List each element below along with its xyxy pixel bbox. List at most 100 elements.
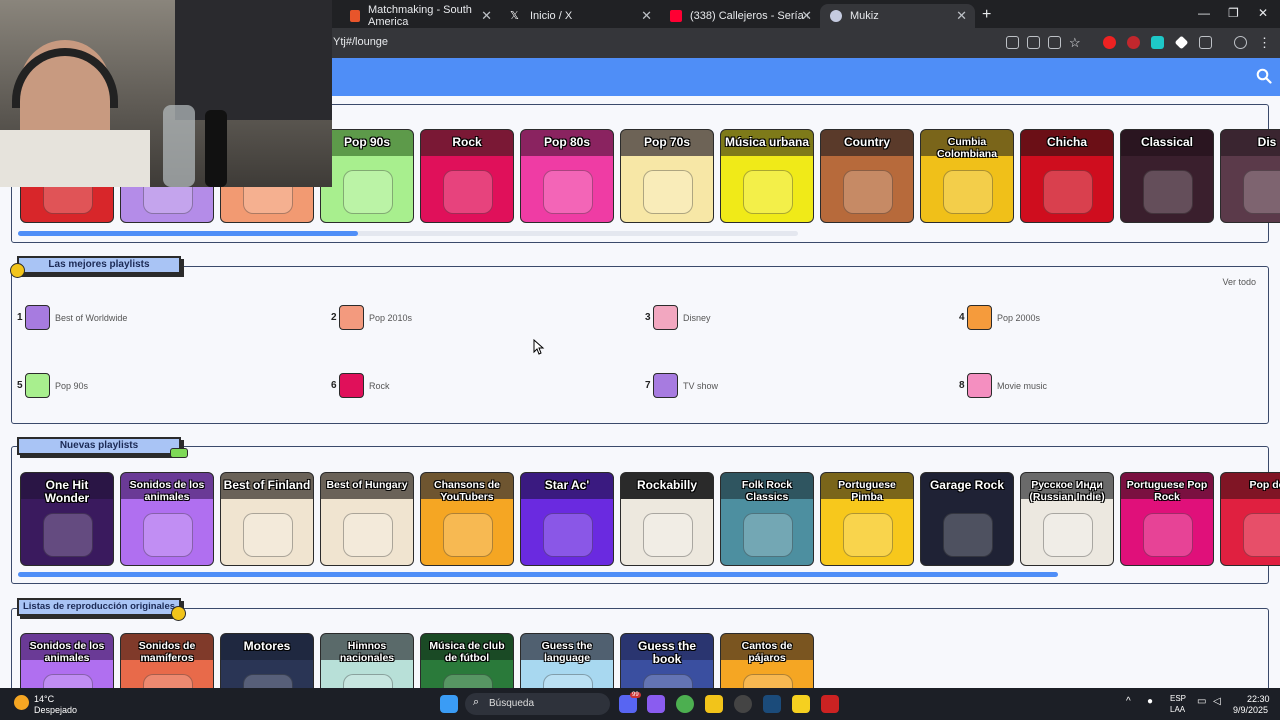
file-explorer-icon[interactable]	[705, 695, 723, 713]
genre-card[interactable]: Pop 90s	[320, 129, 414, 223]
playlist-thumbnail-icon	[339, 305, 364, 330]
ranking-number: 1	[17, 312, 23, 323]
new-playlist-card[interactable]: Pop de	[1220, 472, 1280, 566]
new-playlist-card[interactable]: Star Ac'	[520, 472, 614, 566]
chrome-icon[interactable]	[676, 695, 694, 713]
minimize-icon[interactable]: —	[1198, 6, 1210, 20]
new-playlist-card[interactable]: Portuguese Pop Rock	[1120, 472, 1214, 566]
extensions-puzzle-icon[interactable]	[1199, 36, 1212, 49]
close-icon[interactable]: ✕	[956, 8, 967, 24]
close-icon[interactable]: ✕	[481, 8, 492, 24]
new-playlist-card[interactable]: Rockabilly	[620, 472, 714, 566]
close-icon[interactable]: ✕	[801, 8, 812, 24]
shield-icon[interactable]	[821, 695, 839, 713]
install-icon[interactable]	[1006, 36, 1019, 49]
clock-date[interactable]: 9/9/2025	[1233, 705, 1268, 715]
card-title: Garage Rock	[929, 478, 1005, 492]
start-windows-icon[interactable]	[440, 695, 458, 713]
copilot-icon[interactable]	[647, 695, 665, 713]
menu-kebab-icon[interactable]: ⋮	[1258, 36, 1271, 49]
genre-card[interactable]: Classical	[1120, 129, 1214, 223]
ranking-playlist-name: Disney	[683, 312, 711, 323]
ranking-item[interactable]: 5 Pop 90s	[17, 373, 88, 398]
bookmark-star-icon[interactable]: ☆	[1069, 36, 1082, 49]
extension-teal-icon[interactable]	[1151, 36, 1164, 49]
taskbar-search[interactable]: ⌕ Búsqueda	[465, 693, 610, 715]
tab-favicon-icon	[830, 10, 842, 22]
new-playlist-card[interactable]: Chansons de YouTubers	[420, 472, 514, 566]
ranking-item[interactable]: 4 Pop 2000s	[959, 305, 1040, 330]
extension-lastpass-icon[interactable]	[1127, 36, 1140, 49]
new-playlist-card[interactable]: Best of Hungary	[320, 472, 414, 566]
card-artwork-icon	[343, 170, 393, 214]
restore-icon[interactable]: ❐	[1228, 6, 1239, 20]
new-playlist-card[interactable]: One Hit Wonder	[20, 472, 114, 566]
ranking-item[interactable]: 3 Disney	[645, 305, 711, 330]
chevron-up-icon[interactable]: ^	[1126, 696, 1131, 707]
original-playlist-card[interactable]: Sonidos de mamíferos	[120, 633, 214, 688]
volume-icon[interactable]: ◁	[1213, 696, 1221, 707]
tab-favicon-icon	[350, 10, 360, 22]
close-icon[interactable]: ✕	[641, 8, 652, 24]
card-artwork-icon	[743, 513, 793, 557]
lang-bottom[interactable]: LAA	[1170, 705, 1185, 714]
card-artwork-icon	[243, 513, 293, 557]
genre-card[interactable]: Pop 80s	[520, 129, 614, 223]
original-playlist-card[interactable]: Himnos nacionales	[320, 633, 414, 688]
genre-card[interactable]: Rock	[420, 129, 514, 223]
card-icon[interactable]	[1048, 36, 1061, 49]
genre-card[interactable]: Chicha	[1020, 129, 1114, 223]
new-playlist-card[interactable]: Sonidos de los animales	[120, 472, 214, 566]
extension-diamond-icon[interactable]	[1174, 35, 1189, 50]
original-playlist-card[interactable]: Guess the language	[520, 633, 614, 688]
card-title: Cantos de pájaros	[741, 640, 793, 664]
browser-tab[interactable]: (338) Callejeros - Sería una Pen ✕	[660, 4, 820, 28]
url-text[interactable]: Ytj#/lounge	[333, 36, 388, 48]
ranking-item[interactable]: 6 Rock	[331, 373, 390, 398]
mic-icon[interactable]: ●	[1147, 696, 1153, 707]
new-scrollbar-thumb[interactable]	[18, 572, 1058, 577]
original-playlist-card[interactable]: Guess the book	[620, 633, 714, 688]
translate-icon[interactable]	[1027, 36, 1040, 49]
original-playlist-card[interactable]: Música de club de fútbol	[420, 633, 514, 688]
ranking-item[interactable]: 8 Movie music	[959, 373, 1047, 398]
search-icon[interactable]	[1256, 68, 1272, 84]
ranking-item[interactable]: 2 Pop 2010s	[331, 305, 412, 330]
extension-red-icon[interactable]	[1103, 36, 1116, 49]
profile-icon[interactable]	[1234, 36, 1247, 49]
genres-scrollbar-thumb[interactable]	[18, 231, 358, 236]
genre-card[interactable]: Country	[820, 129, 914, 223]
browser-tab[interactable]: Matchmaking - South America ✕	[340, 4, 500, 28]
weather-desc[interactable]: Despejado	[34, 705, 77, 715]
app-icon[interactable]	[734, 695, 752, 713]
clock-time[interactable]: 22:30	[1247, 694, 1270, 704]
original-playlist-card[interactable]: Sonidos de los animales	[20, 633, 114, 688]
network-icon[interactable]: ▭	[1197, 696, 1206, 707]
x-logo-icon: 𝕏	[510, 10, 519, 22]
weather-icon[interactable]	[14, 695, 29, 710]
browser-tab[interactable]: 𝕏 Inicio / X ✕	[500, 4, 660, 28]
browser-tab-active[interactable]: Mukiz ✕	[820, 4, 975, 28]
see-all-link[interactable]: Ver todo	[1222, 277, 1256, 287]
new-playlist-card[interactable]: Folk Rock Classics	[720, 472, 814, 566]
new-playlist-card[interactable]: Русское Инди (Russian Indie)	[1020, 472, 1114, 566]
new-playlist-card[interactable]: Garage Rock	[920, 472, 1014, 566]
genre-card[interactable]: Cumbia Colombiana	[920, 129, 1014, 223]
original-playlist-card[interactable]: Cantos de pájaros	[720, 633, 814, 688]
ranking-item[interactable]: 7 TV show	[645, 373, 718, 398]
original-playlist-card[interactable]: Motores	[220, 633, 314, 688]
weather-temp[interactable]: 14°C	[34, 694, 54, 704]
genre-card[interactable]: Música urbana	[720, 129, 814, 223]
steam-icon[interactable]	[763, 695, 781, 713]
new-playlist-card[interactable]: Portuguese Pimba	[820, 472, 914, 566]
editor-icon[interactable]	[792, 695, 810, 713]
genre-card[interactable]: Pop 70s	[620, 129, 714, 223]
new-tab-icon[interactable]: +	[982, 6, 991, 24]
card-title: Portuguese Pimba	[838, 479, 896, 503]
genre-card[interactable]: Dis	[1220, 129, 1280, 223]
ranking-item[interactable]: 1 Best of Worldwide	[17, 305, 127, 330]
window-close-icon[interactable]: ✕	[1258, 6, 1268, 20]
lang-top[interactable]: ESP	[1170, 694, 1186, 703]
new-playlist-card[interactable]: Best of Finland	[220, 472, 314, 566]
playlist-thumbnail-icon	[967, 305, 992, 330]
